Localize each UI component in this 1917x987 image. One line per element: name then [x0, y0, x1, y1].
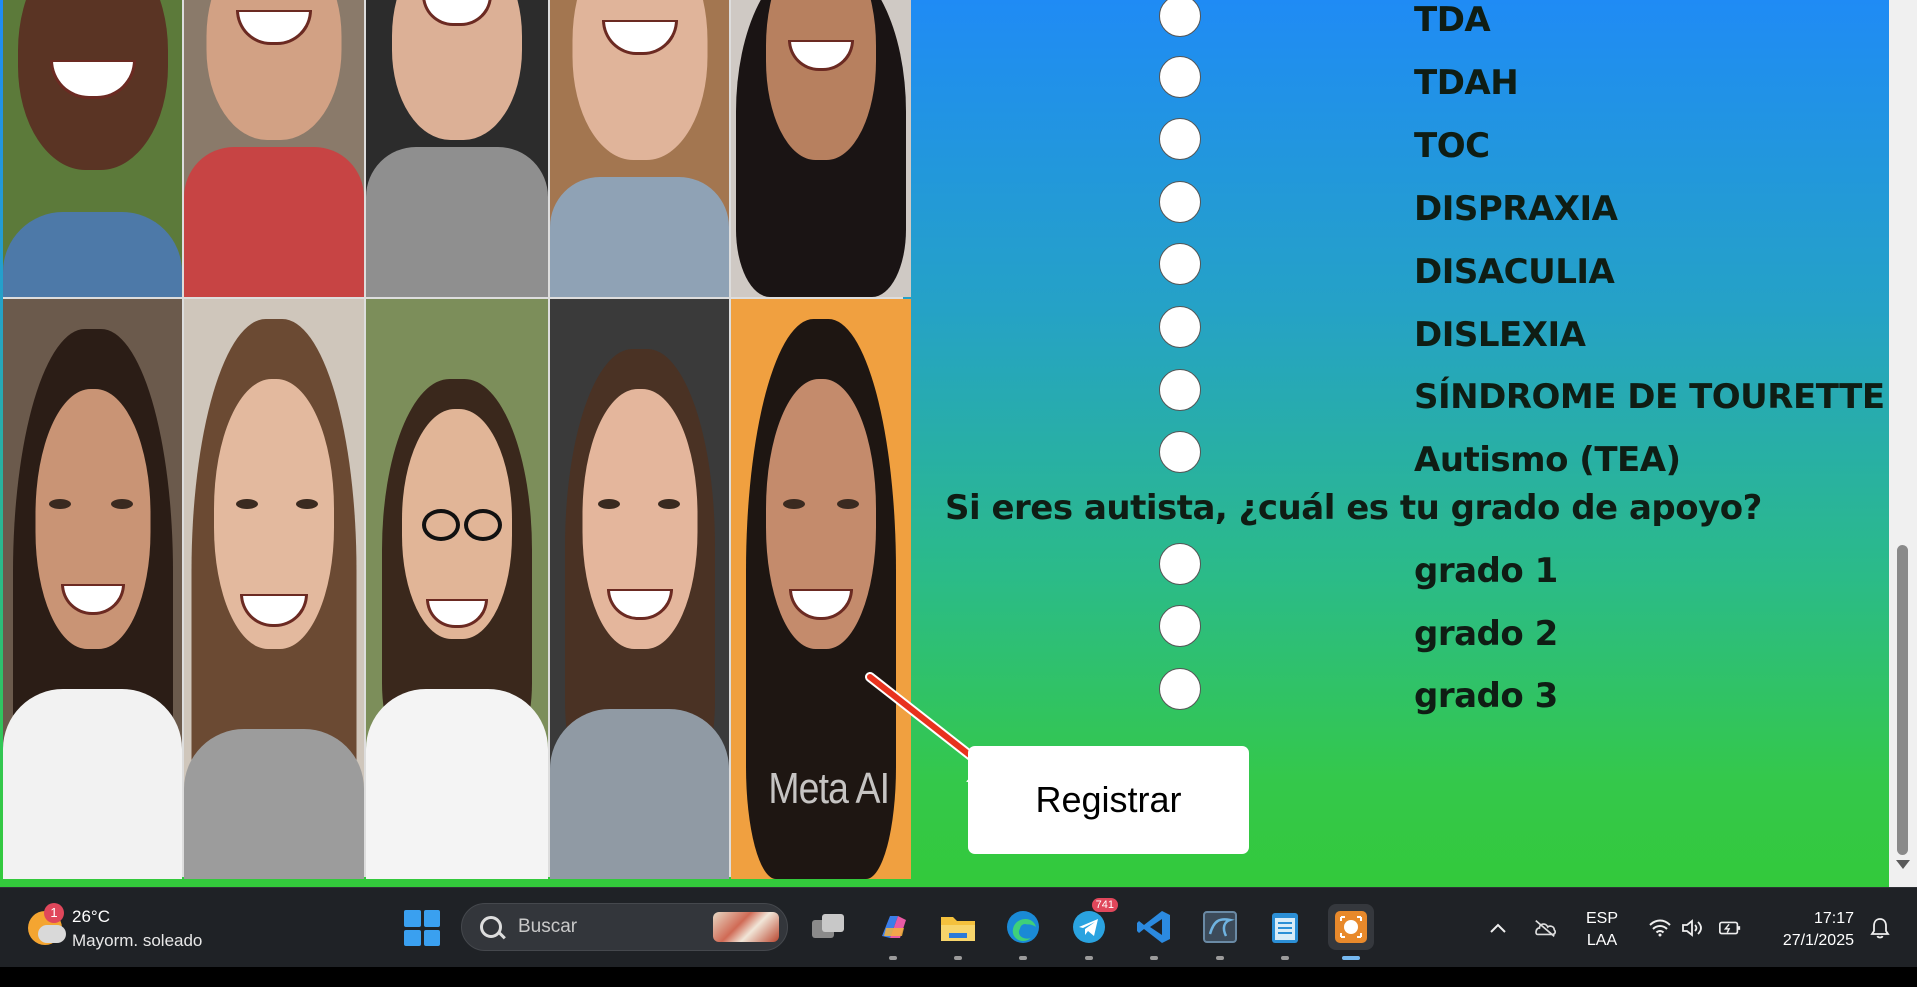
system-clock[interactable]: 17:17 27/1/2025 [1764, 908, 1854, 987]
option-label-autismo: Autismo (TEA) [1414, 440, 1681, 480]
windows-logo-icon [404, 910, 421, 927]
collage-photo [184, 0, 364, 297]
wifi-icon[interactable] [1648, 916, 1672, 940]
screen-recorder-icon[interactable] [1328, 904, 1374, 960]
register-button[interactable]: Registrar [968, 746, 1249, 854]
keyboard-layout: LAA [1586, 932, 1618, 949]
clock-date: 27/1/2025 [1782, 932, 1854, 949]
option-label-grado-1: grado 1 [1414, 551, 1558, 591]
option-radio-toc[interactable] [1159, 118, 1201, 160]
weather-badge: 1 [44, 903, 64, 923]
search-placeholder: Buscar [518, 916, 578, 937]
option-label-grado-2: grado 2 [1414, 614, 1558, 654]
option-radio-grado-2[interactable] [1159, 605, 1201, 647]
task-view-icon[interactable] [805, 904, 851, 950]
vscode-icon[interactable] [1131, 904, 1177, 960]
option-radio-autismo[interactable] [1159, 431, 1201, 473]
notification-bell-icon[interactable] [1868, 916, 1892, 940]
option-radio-grado-1[interactable] [1159, 543, 1201, 585]
clock-time: 17:17 [1813, 910, 1854, 927]
collage-photo [3, 299, 182, 879]
support-level-question: Si eres autista, ¿cuál es tu grado de ap… [945, 488, 1762, 528]
collage-photo [366, 299, 548, 879]
option-label-toc: TOC [1414, 126, 1490, 166]
option-radio-dislexia[interactable] [1159, 306, 1201, 348]
collage-photo [550, 299, 729, 879]
search-icon [480, 916, 502, 938]
show-hidden-icons-chevron-icon[interactable] [1486, 916, 1510, 940]
edge-icon[interactable] [1000, 904, 1046, 960]
photo-collage: Meta AI [3, 0, 911, 879]
copilot-icon[interactable] [870, 904, 916, 960]
scroll-down-arrow-icon[interactable] [1896, 860, 1910, 869]
page-scrollbar[interactable] [1889, 0, 1917, 887]
option-radio-tda[interactable] [1159, 0, 1201, 37]
collage-photo [366, 0, 548, 297]
collage-photo [184, 299, 364, 879]
file-explorer-icon[interactable] [935, 904, 981, 960]
registration-section: Meta AI TDA TDAH TOC DISPRAXIA DISACULIA… [0, 0, 1889, 887]
option-radio-tourette[interactable] [1159, 369, 1201, 411]
weather-cloud-icon [38, 925, 66, 943]
taskbar-search[interactable]: Buscar [461, 903, 788, 951]
windows-logo-icon [404, 929, 421, 946]
option-label-tourette: SÍNDROME DE TOURETTE [1414, 377, 1885, 417]
volume-icon[interactable] [1680, 916, 1704, 940]
start-button[interactable] [404, 910, 440, 946]
option-label-tdah: TDAH [1414, 63, 1519, 103]
language-indicator[interactable]: ESP LAA [1586, 908, 1618, 987]
option-radio-grado-3[interactable] [1159, 668, 1201, 710]
option-label-dislexia: DISLEXIA [1414, 315, 1586, 355]
option-radio-tdah[interactable] [1159, 56, 1201, 98]
weather-temperature: 26°C [72, 907, 110, 926]
option-label-dispraxia: DISPRAXIA [1414, 189, 1618, 229]
option-label-tda: TDA [1414, 0, 1491, 40]
mysql-workbench-icon[interactable] [1197, 904, 1243, 960]
option-label-disaculia: DISACULIA [1414, 252, 1615, 292]
scrollbar-thumb[interactable] [1897, 545, 1908, 855]
battery-charging-icon[interactable] [1718, 916, 1742, 940]
option-label-grado-3: grado 3 [1414, 676, 1558, 716]
telegram-badge: 741 [1091, 898, 1118, 912]
option-radio-disaculia[interactable] [1159, 243, 1201, 285]
collage-photo [3, 0, 182, 297]
browser-page: Meta AI TDA TDAH TOC DISPRAXIA DISACULIA… [0, 0, 1917, 887]
onedrive-offline-icon[interactable] [1533, 916, 1557, 940]
windows-logo-icon [423, 910, 440, 927]
collage-photo [731, 0, 911, 297]
collage-photo [550, 0, 729, 297]
search-highlight-image [713, 912, 779, 942]
language-code: ESP [1586, 910, 1619, 927]
windows-taskbar: 1 26°C Mayorm. soleado Buscar 741 ESP LA… [0, 887, 1917, 967]
telegram-icon[interactable]: 741 [1066, 898, 1118, 960]
windows-logo-icon [423, 929, 440, 946]
weather-condition: Mayorm. soleado [72, 931, 203, 950]
option-radio-dispraxia[interactable] [1159, 181, 1201, 223]
notepad-icon[interactable] [1262, 904, 1308, 960]
